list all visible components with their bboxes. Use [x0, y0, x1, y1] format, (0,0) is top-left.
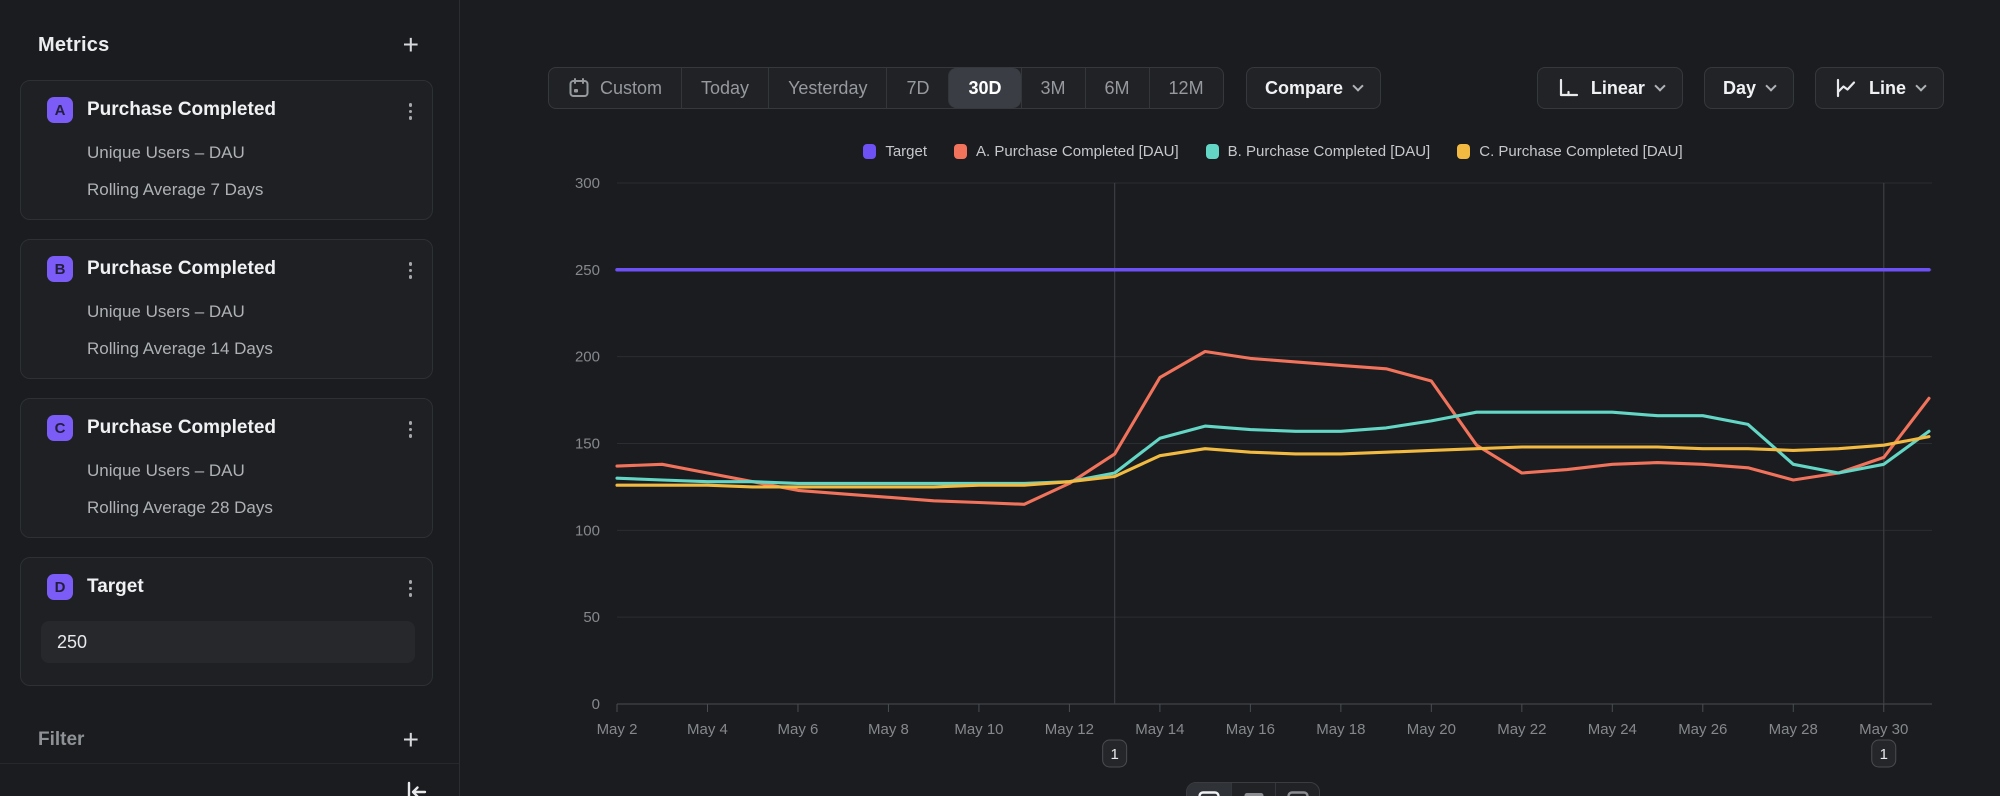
annotation-badge-label: 1: [1110, 746, 1118, 763]
x-axis-label: May 14: [1135, 721, 1184, 738]
x-axis-label: May 4: [687, 721, 728, 738]
line-chart: 0 50 100 150 200 250 300 May 2 May 4 May 6 May 8 Ma…: [0, 0, 2000, 796]
mini-stacked-chart-button[interactable]: [1231, 783, 1275, 796]
x-axis-label: May 26: [1678, 721, 1727, 738]
x-axis-label: May 20: [1407, 721, 1456, 738]
bar-panel-icon: [1287, 791, 1309, 796]
x-axis-label: May 22: [1497, 721, 1546, 738]
series-line-1: [617, 352, 1929, 505]
x-axis-label: May 2: [597, 721, 638, 738]
stacked-panel-icon: [1243, 791, 1265, 796]
x-axis-label: May 18: [1316, 721, 1365, 738]
x-axis-label: May 12: [1045, 721, 1094, 738]
y-axis-label: 0: [592, 696, 600, 713]
mini-chart-type-switcher: [1186, 782, 1320, 796]
y-axis-label: 200: [575, 349, 600, 366]
series-line-3: [617, 437, 1929, 487]
x-axis-label: May 8: [868, 721, 909, 738]
x-axis-label: May 30: [1859, 721, 1908, 738]
x-axis-label: May 28: [1769, 721, 1818, 738]
line-panel-icon: [1198, 791, 1220, 796]
x-axis-label: May 24: [1588, 721, 1637, 738]
x-axis-label: May 6: [778, 721, 819, 738]
y-axis-label: 50: [583, 609, 600, 626]
y-axis-label: 100: [575, 522, 600, 539]
mini-bar-chart-button[interactable]: [1275, 783, 1319, 796]
x-axis-label: May 16: [1226, 721, 1275, 738]
annotation-badge-label: 1: [1880, 746, 1888, 763]
y-axis-label: 250: [575, 262, 600, 279]
y-axis-label: 150: [575, 436, 600, 453]
y-axis-label: 300: [575, 175, 600, 192]
mini-line-chart-button[interactable]: [1187, 783, 1231, 796]
x-axis-label: May 10: [954, 721, 1003, 738]
